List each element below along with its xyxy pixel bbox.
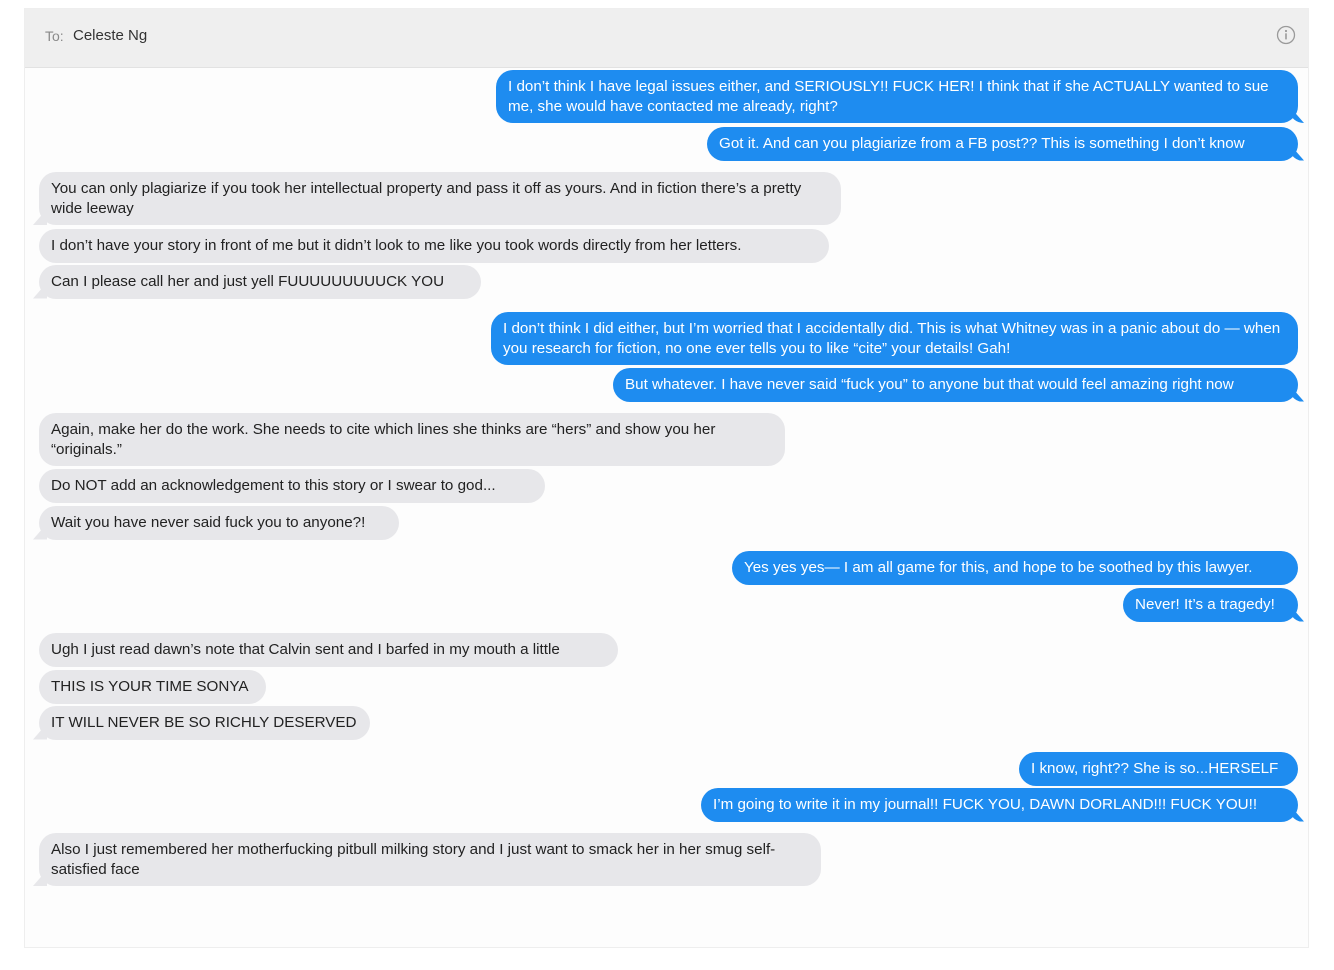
- sent-message-bubble[interactable]: I don’t think I did either, but I’m worr…: [491, 312, 1298, 365]
- received-message-bubble[interactable]: Ugh I just read dawn’s note that Calvin …: [39, 633, 618, 667]
- sent-message-bubble[interactable]: But whatever. I have never said “fuck yo…: [613, 368, 1298, 402]
- info-circle-icon[interactable]: [1276, 25, 1296, 45]
- received-message-bubble[interactable]: You can only plagiarize if you took her …: [39, 172, 841, 225]
- messages-window: To: Celeste Ng I don’t think I have lega…: [24, 8, 1309, 948]
- received-message-bubble[interactable]: IT WILL NEVER BE SO RICHLY DESERVED: [39, 706, 370, 740]
- sent-message-bubble[interactable]: Never! It’s a tragedy!: [1123, 588, 1298, 622]
- received-message-bubble[interactable]: Can I please call her and just yell FUUU…: [39, 265, 481, 299]
- received-message-bubble[interactable]: Do NOT add an acknowledgement to this st…: [39, 469, 545, 503]
- received-message-bubble[interactable]: Wait you have never said fuck you to any…: [39, 506, 399, 540]
- sent-message-bubble[interactable]: Got it. And can you plagiarize from a FB…: [707, 127, 1298, 161]
- to-label: To:: [45, 28, 64, 44]
- sent-message-bubble[interactable]: I don’t think I have legal issues either…: [496, 70, 1298, 123]
- received-message-bubble[interactable]: Also I just remembered her motherfucking…: [39, 833, 821, 886]
- received-message-bubble[interactable]: THIS IS YOUR TIME SONYA: [39, 670, 266, 704]
- received-message-bubble[interactable]: Again, make her do the work. She needs t…: [39, 413, 785, 466]
- received-message-bubble[interactable]: I don’t have your story in front of me b…: [39, 229, 829, 263]
- recipient-name[interactable]: Celeste Ng: [73, 27, 147, 44]
- sent-message-bubble[interactable]: I know, right?? She is so...HERSELF: [1019, 752, 1298, 786]
- sent-message-bubble[interactable]: Yes yes yes— I am all game for this, and…: [732, 551, 1298, 585]
- conversation-header: To: Celeste Ng: [25, 9, 1308, 68]
- sent-message-bubble[interactable]: I’m going to write it in my journal!! FU…: [701, 788, 1298, 822]
- message-thread[interactable]: I don’t think I have legal issues either…: [25, 67, 1308, 947]
